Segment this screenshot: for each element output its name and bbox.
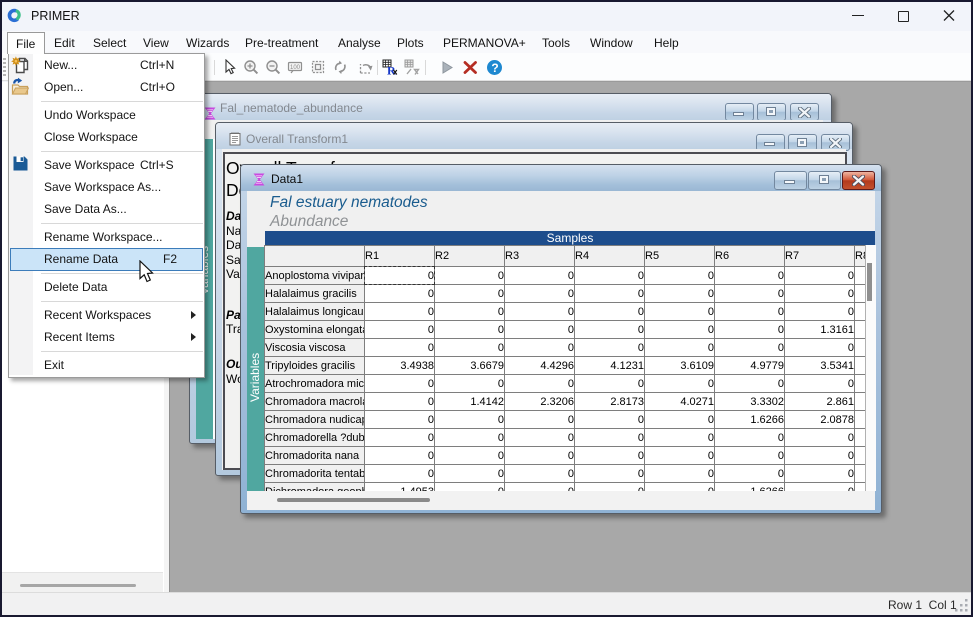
svg-text:?: ? — [491, 61, 498, 75]
svg-text:R: R — [387, 64, 396, 77]
svg-text:100: 100 — [290, 65, 301, 71]
